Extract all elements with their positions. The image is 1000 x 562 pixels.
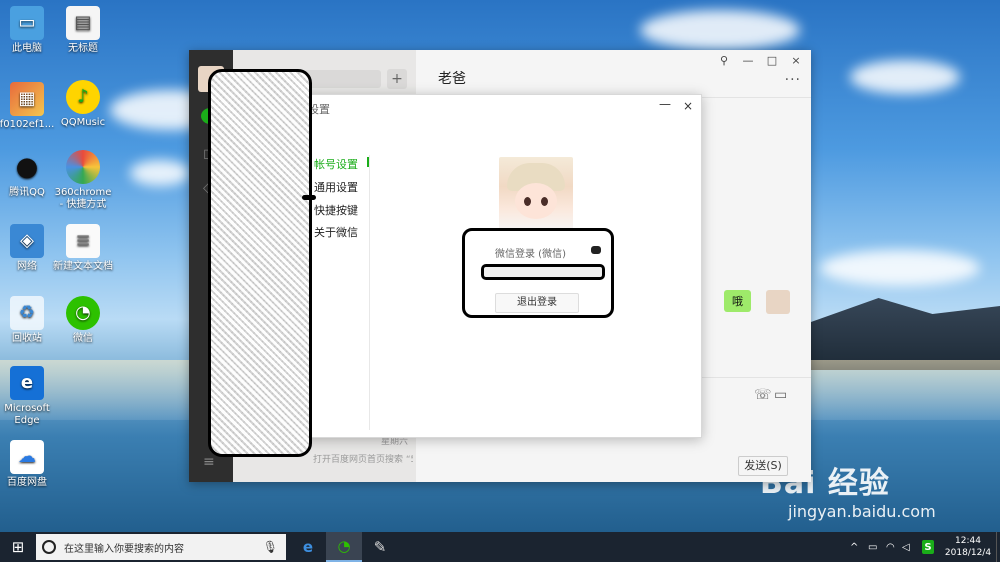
desktop-icon-baidu-netdisk[interactable]: ☁ 百度网盘: [0, 440, 58, 489]
login-status-text: 微信登录 (微信): [495, 249, 566, 260]
video-call-icon[interactable]: ▭: [774, 387, 787, 403]
desktop-icon-360chrome[interactable]: 360chrome - 快捷方式: [52, 150, 114, 211]
browser-360-icon: [66, 150, 100, 184]
eye-shape: [524, 197, 531, 206]
qq-penguin-icon: ●: [15, 152, 39, 182]
pin-icon[interactable]: ⚲: [716, 54, 732, 67]
recycle-bin-icon: ♻: [10, 296, 44, 330]
tray-caret-icon[interactable]: ^: [850, 532, 858, 562]
phone-icon[interactable]: ☏: [754, 387, 772, 403]
status-dot: [591, 246, 601, 254]
battery-icon[interactable]: ▭: [868, 532, 877, 562]
wechat-icon: ◔: [66, 296, 100, 330]
taskbar-edge-icon[interactable]: e: [290, 532, 326, 562]
text-file-icon: ≡: [66, 224, 100, 258]
menu-icon[interactable]: ≡: [203, 454, 215, 470]
desktop-icon-this-pc[interactable]: ▭ 此电脑: [0, 6, 58, 55]
face-shape: [515, 183, 557, 219]
logout-highlight-box: 微信登录 (微信) 退出登录: [462, 228, 614, 318]
volume-icon[interactable]: ◁: [902, 532, 910, 562]
wifi-icon[interactable]: ◠: [886, 532, 895, 562]
document-icon: ▤: [66, 6, 100, 40]
close-button[interactable]: ×: [788, 54, 804, 67]
system-clock[interactable]: 12:44 2018/12/4: [940, 535, 996, 559]
show-desktop-button[interactable]: [996, 532, 1000, 562]
cloud: [130, 160, 190, 186]
cortana-circle-icon: [42, 540, 56, 554]
image-file-icon: ▦: [10, 82, 44, 116]
redaction-mark: [302, 195, 316, 200]
dialog-close-button[interactable]: ×: [683, 99, 693, 113]
chat-title: 老爸: [438, 71, 466, 87]
menu-item-general-settings[interactable]: 通用设置: [314, 179, 358, 195]
minimize-button[interactable]: —: [740, 54, 756, 67]
cloud: [640, 10, 800, 50]
logout-button[interactable]: 退出登录: [495, 293, 579, 313]
desktop-icon-untitled[interactable]: ▤ 无标题: [52, 6, 114, 55]
clock-date: 2018/12/4: [944, 548, 992, 558]
desktop-icon-edge[interactable]: e Microsoft Edge: [0, 366, 58, 427]
add-chat-button[interactable]: +: [387, 69, 407, 89]
redacted-name-bar: [481, 264, 605, 280]
taskbar-paint-icon[interactable]: ✎: [362, 532, 398, 562]
desktop-icon-recycle-bin[interactable]: ♻ 回收站: [0, 296, 58, 345]
taskbar: ⊞ 在这里输入你要搜索的内容 🎙︎ e ◔ ✎ ^ ▭ ◠ ◁ S 12:44 …: [0, 532, 1000, 562]
desktop-icon-new-text[interactable]: ≡ 新建文本文档: [52, 224, 114, 273]
microphone-icon[interactable]: 🎙︎: [263, 540, 278, 554]
taskbar-search-box[interactable]: 在这里输入你要搜索的内容 🎙︎: [36, 534, 286, 560]
maximize-button[interactable]: □: [764, 54, 780, 67]
windows-start-icon[interactable]: ⊞: [0, 532, 36, 562]
message-avatar: [766, 290, 790, 314]
edge-icon: e: [10, 366, 44, 400]
eye-shape: [541, 197, 548, 206]
desktop-icon-qqmusic[interactable]: ♪ QQMusic: [52, 80, 114, 129]
profile-picture: [499, 157, 573, 231]
desktop-icon-network[interactable]: ◈ 网络: [0, 224, 58, 273]
send-button[interactable]: 发送(S): [738, 456, 788, 476]
clock-time: 12:44: [955, 536, 981, 546]
divider: [369, 155, 370, 430]
menu-item-shortcuts[interactable]: 快捷按键: [314, 202, 358, 218]
cloud: [820, 250, 980, 286]
baidu-netdisk-icon: ☁: [10, 440, 44, 474]
qqmusic-icon: ♪: [66, 80, 100, 114]
more-options-icon[interactable]: ···: [785, 72, 801, 88]
menu-item-about-wechat[interactable]: 关于微信: [314, 224, 358, 240]
redaction-scribble: [208, 69, 312, 457]
dialog-minimize-button[interactable]: —: [659, 97, 671, 111]
computer-icon: ▭: [10, 6, 44, 40]
cloud: [850, 60, 960, 94]
list-item-snippet: 打开百度网页首页搜索 “52...: [313, 455, 413, 465]
desktop-icon-image-file[interactable]: ▦ f0102ef1...: [0, 82, 58, 131]
input-method-icon[interactable]: S: [922, 540, 934, 554]
message-bubble: 哦: [724, 290, 751, 312]
desktop-icon-wechat[interactable]: ◔ 微信: [52, 296, 114, 345]
menu-item-account-settings[interactable]: 帐号设置: [314, 156, 358, 172]
desktop-icon-qq[interactable]: ● 腾讯QQ: [0, 150, 58, 199]
search-placeholder: 在这里输入你要搜索的内容: [64, 543, 184, 555]
network-icon: ◈: [10, 224, 44, 258]
taskbar-wechat-icon[interactable]: ◔: [326, 532, 362, 562]
